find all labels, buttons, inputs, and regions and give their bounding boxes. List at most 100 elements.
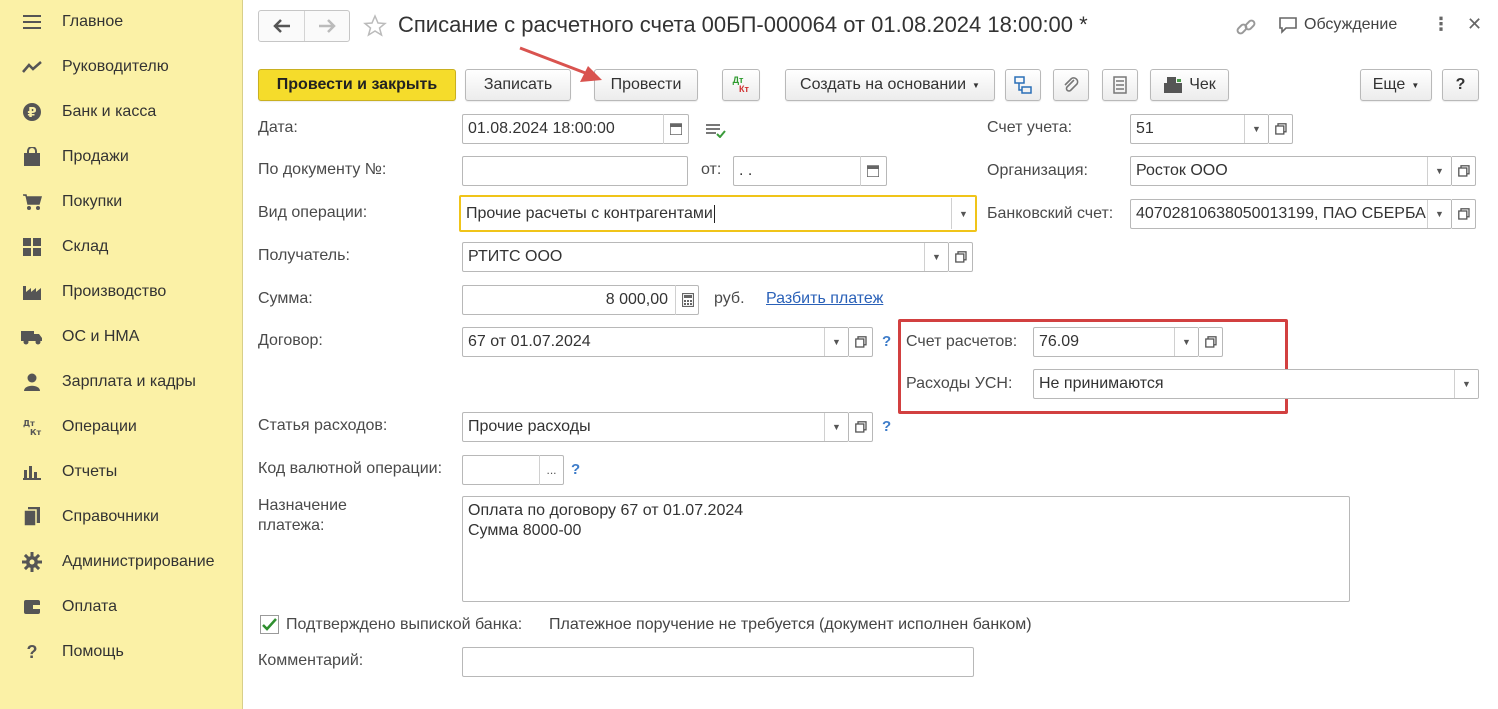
post-and-close-button[interactable]: Провести и закрыть: [258, 69, 456, 101]
open-icon[interactable]: [1199, 327, 1223, 357]
date-field[interactable]: 01.08.2024 18:00:00: [462, 114, 689, 144]
kt-icon: Кт: [739, 84, 749, 94]
chevron-down-icon[interactable]: ▼: [824, 328, 848, 356]
expense-item-select[interactable]: Прочие расходы ▼: [462, 412, 849, 442]
select-ellipsis-button[interactable]: ...: [539, 455, 563, 485]
chevron-down-icon[interactable]: ▼: [1244, 115, 1268, 143]
open-icon[interactable]: [1452, 199, 1476, 229]
chevron-down-icon[interactable]: ▼: [924, 243, 948, 271]
operation-type-select[interactable]: Прочие расчеты с контрагентами ▼: [459, 195, 977, 232]
payment-purpose-textarea[interactable]: Оплата по договору 67 от 01.07.2024 Сумм…: [462, 496, 1350, 602]
calendar-icon[interactable]: [860, 156, 884, 186]
sidebar-item-manager[interactable]: Руководителю: [0, 47, 242, 87]
bank-confirmed-checkbox[interactable]: [260, 615, 279, 634]
purpose-label-line1: Назначение: [258, 497, 347, 514]
doc-number-input[interactable]: [462, 156, 688, 186]
calendar-icon[interactable]: [663, 114, 687, 144]
receipt-button[interactable]: Чек: [1150, 69, 1229, 101]
operation-type-value: Прочие расчеты с контрагентами: [466, 204, 713, 222]
help-question-icon[interactable]: ?: [571, 461, 580, 478]
link-icon[interactable]: [1235, 16, 1257, 43]
arrow-left-icon: [272, 19, 290, 33]
usn-expenses-value: Не принимаются: [1039, 375, 1164, 392]
sidebar-item-help[interactable]: ? Помощь: [0, 632, 242, 672]
comment-input[interactable]: [462, 647, 974, 677]
sidebar-item-directories[interactable]: Справочники: [0, 497, 242, 537]
calculator-icon[interactable]: [675, 285, 699, 315]
forward-button[interactable]: [305, 11, 349, 41]
chevron-down-icon[interactable]: ▼: [824, 413, 848, 441]
bank-confirmed-label: Подтверждено выпиской банка:: [286, 616, 523, 633]
discussion-button[interactable]: Обсуждение: [1278, 16, 1397, 34]
usn-expenses-select[interactable]: Не принимаются ▼: [1033, 369, 1479, 399]
date-label: Дата:: [258, 119, 298, 136]
page-title: Списание с расчетного счета 00БП-000064 …: [398, 12, 1088, 37]
help-question-icon[interactable]: ?: [882, 333, 891, 350]
sidebar-item-label: Главное: [62, 13, 124, 30]
recipient-select[interactable]: РТИТС ООО ▼: [462, 242, 949, 272]
sidebar-item-salary[interactable]: Зарплата и кадры: [0, 362, 242, 402]
chevron-down-icon[interactable]: ▼: [951, 198, 975, 229]
sidebar-item-reports[interactable]: Отчеты: [0, 452, 242, 492]
sidebar-item-bank[interactable]: ₽ Банк и касса: [0, 92, 242, 132]
create-based-on-button[interactable]: Создать на основании ▼: [785, 69, 995, 101]
sidebar-item-warehouse[interactable]: Склад: [0, 227, 242, 267]
trend-icon: [20, 55, 44, 79]
cash-register-icon: [1164, 77, 1183, 93]
sidebar-item-main[interactable]: Главное: [0, 2, 242, 42]
sidebar-item-purchases[interactable]: Покупки: [0, 182, 242, 222]
back-button[interactable]: [259, 11, 305, 41]
chevron-down-icon[interactable]: ▼: [1454, 370, 1478, 398]
organization-select[interactable]: Росток ООО ▼: [1130, 156, 1452, 186]
open-icon[interactable]: [849, 327, 873, 357]
attach-button[interactable]: [1053, 69, 1089, 101]
recipient-label: Получатель:: [258, 247, 350, 264]
help-button[interactable]: ?: [1442, 69, 1479, 101]
post-button[interactable]: Провести: [594, 69, 698, 101]
bank-account-select[interactable]: 40702810638050013199, ПАО СБЕРБАНК ▼: [1130, 199, 1452, 229]
print-list-button[interactable]: [1102, 69, 1138, 101]
open-icon[interactable]: [849, 412, 873, 442]
shopping-bag-icon: [20, 145, 44, 169]
sidebar-item-production[interactable]: Производство: [0, 272, 242, 312]
help-question-icon[interactable]: ?: [882, 418, 891, 435]
bank-confirmed-note: Платежное поручение не требуется (докуме…: [549, 616, 1032, 633]
sidebar-item-payment[interactable]: Оплата: [0, 587, 242, 627]
close-icon[interactable]: ✕: [1467, 14, 1482, 35]
chevron-down-icon[interactable]: ▼: [1427, 200, 1451, 228]
chevron-down-icon[interactable]: ▼: [1427, 157, 1451, 185]
chevron-down-icon[interactable]: ▼: [1174, 328, 1198, 356]
svg-text:Кт: Кт: [30, 428, 42, 436]
structure-button[interactable]: [1005, 69, 1041, 101]
open-icon[interactable]: [949, 242, 973, 272]
more-button[interactable]: Еще ▼: [1360, 69, 1432, 101]
usn-expenses-label: Расходы УСН:: [906, 375, 1013, 392]
edit-list-icon[interactable]: [706, 122, 726, 143]
sidebar-item-operations[interactable]: Дт Кт Операции: [0, 407, 242, 447]
comment-label: Комментарий:: [258, 652, 364, 669]
svg-text:₽: ₽: [27, 106, 36, 121]
sidebar-item-fixed-assets[interactable]: ОС и НМА: [0, 317, 242, 357]
sidebar-item-sales[interactable]: Продажи: [0, 137, 242, 177]
open-icon[interactable]: [1269, 114, 1293, 144]
settlement-account-select[interactable]: 76.09 ▼: [1033, 327, 1199, 357]
question-icon: ?: [26, 641, 38, 662]
split-payment-link[interactable]: Разбить платеж: [766, 290, 883, 308]
ruble-coin-icon: ₽: [20, 100, 44, 124]
account-select[interactable]: 51 ▼: [1130, 114, 1269, 144]
currency-op-label: Код валютной операции:: [258, 460, 443, 477]
favorite-star-icon[interactable]: [363, 14, 387, 43]
sidebar-item-admin[interactable]: Администрирование: [0, 542, 242, 582]
sum-input[interactable]: 8 000,00: [462, 285, 699, 315]
cart-icon: [20, 190, 44, 214]
more-vertical-icon[interactable]: ⋮: [1432, 14, 1450, 35]
bank-account-label: Банковский счет:: [987, 205, 1114, 222]
sidebar-item-label: Администрирование: [62, 553, 215, 570]
contract-label: Договор:: [258, 332, 323, 349]
open-icon[interactable]: [1452, 156, 1476, 186]
settlement-account-value: 76.09: [1039, 333, 1080, 350]
dt-kt-button[interactable]: Дт Кт: [722, 69, 760, 101]
contract-select[interactable]: 67 от 01.07.2024 ▼: [462, 327, 849, 357]
sum-value: 8 000,00: [605, 291, 668, 308]
sidebar-item-label: Производство: [62, 283, 167, 300]
